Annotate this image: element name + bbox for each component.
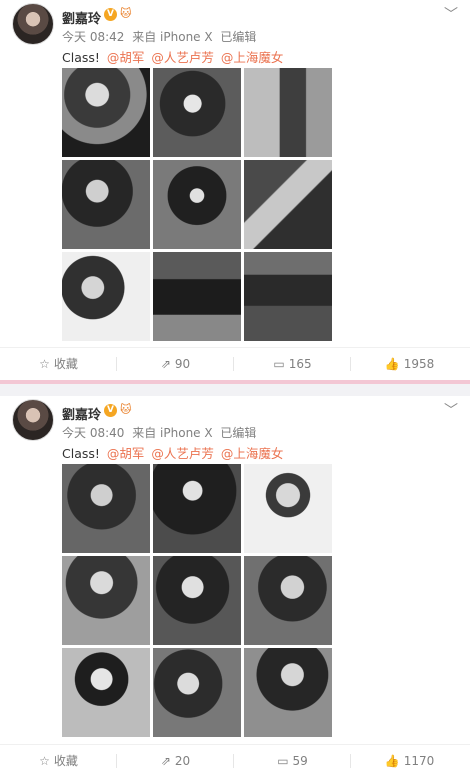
action-bar: ☆ 收藏 ⇗ 20 ▭ 59 👍 1170 xyxy=(0,744,470,776)
username[interactable]: 劉嘉玲 xyxy=(62,8,101,27)
photo-thumbnail[interactable] xyxy=(244,252,332,341)
comment-button[interactable]: ▭ 59 xyxy=(234,745,351,777)
photo-thumbnail[interactable] xyxy=(153,556,241,645)
star-icon: ☆ xyxy=(39,357,50,371)
repost-icon: ⇗ xyxy=(160,754,171,768)
photo-thumbnail[interactable] xyxy=(244,556,332,645)
favorite-button[interactable]: ☆ 收藏 xyxy=(0,745,117,777)
post-text: Class! @胡军 @人艺卢芳 @上海魔女 xyxy=(62,443,283,462)
photo-thumbnail[interactable] xyxy=(62,556,150,645)
post-body: Class! xyxy=(62,446,100,461)
photo-thumbnail[interactable] xyxy=(153,464,241,553)
edited-label[interactable]: 已编辑 xyxy=(220,30,256,44)
action-bar: ☆ 收藏 ⇗ 90 ▭ 165 👍 1958 xyxy=(0,347,470,379)
favorite-button[interactable]: ☆ 收藏 xyxy=(0,348,117,380)
photo-thumbnail[interactable] xyxy=(62,648,150,737)
post-source: 来自 iPhone X xyxy=(132,30,213,44)
photo-grid xyxy=(62,68,332,341)
like-button[interactable]: 👍 1958 xyxy=(351,348,468,380)
thumbs-up-icon: 👍 xyxy=(384,357,400,371)
photo-grid xyxy=(62,464,332,737)
mention-link[interactable]: @胡军 xyxy=(107,446,145,461)
mention-link[interactable]: @上海魔女 xyxy=(221,50,284,65)
repost-count: 20 xyxy=(174,754,191,768)
photo-thumbnail[interactable] xyxy=(244,160,332,249)
vip-badge-icon: 🐱 xyxy=(120,403,132,416)
post-source: 来自 iPhone X xyxy=(132,426,213,440)
star-icon: ☆ xyxy=(39,754,50,768)
photo-thumbnail[interactable] xyxy=(62,252,150,341)
post-time[interactable]: 今天 08:42 xyxy=(62,30,124,44)
vip-badge-icon: 🐱 xyxy=(120,7,132,20)
post-text: Class! @胡军 @人艺卢芳 @上海魔女 xyxy=(62,47,283,66)
photo-thumbnail[interactable] xyxy=(244,464,332,553)
separator-accent xyxy=(0,380,470,384)
favorite-label: 收藏 xyxy=(53,357,78,371)
photo-thumbnail[interactable] xyxy=(62,464,150,553)
like-count: 1958 xyxy=(403,357,435,371)
photo-thumbnail[interactable] xyxy=(244,648,332,737)
like-button[interactable]: 👍 1170 xyxy=(351,745,468,777)
edited-label[interactable]: 已编辑 xyxy=(220,426,256,440)
comment-count: 59 xyxy=(292,754,308,768)
favorite-label: 收藏 xyxy=(53,754,78,768)
avatar[interactable] xyxy=(12,399,54,441)
repost-count: 90 xyxy=(174,357,191,371)
like-count: 1170 xyxy=(403,754,435,768)
comment-count: 165 xyxy=(288,357,312,371)
chevron-down-icon[interactable]: ﹀ xyxy=(444,400,458,420)
comment-button[interactable]: ▭ 165 xyxy=(234,348,351,380)
photo-thumbnail[interactable] xyxy=(153,160,241,249)
comment-icon: ▭ xyxy=(273,357,285,371)
weibo-post: 劉嘉玲 V 🐱 ﹀ 今天 08:42 来自 iPhone X 已编辑 Class… xyxy=(0,0,470,380)
photo-thumbnail[interactable] xyxy=(62,160,150,249)
repost-button[interactable]: ⇗ 20 xyxy=(117,745,234,777)
post-meta: 今天 08:40 来自 iPhone X 已编辑 xyxy=(62,424,260,441)
photo-thumbnail[interactable] xyxy=(153,68,241,157)
mention-link[interactable]: @胡军 xyxy=(107,50,145,65)
weibo-post: 劉嘉玲 V 🐱 ﹀ 今天 08:40 来自 iPhone X 已编辑 Class… xyxy=(0,396,470,777)
mention-link[interactable]: @人艺卢芳 xyxy=(151,446,214,461)
post-meta: 今天 08:42 来自 iPhone X 已编辑 xyxy=(62,28,260,45)
photo-thumbnail[interactable] xyxy=(244,68,332,157)
comment-icon: ▭ xyxy=(277,754,289,768)
mention-link[interactable]: @上海魔女 xyxy=(221,446,284,461)
post-time[interactable]: 今天 08:40 xyxy=(62,426,124,440)
photo-thumbnail[interactable] xyxy=(153,648,241,737)
avatar[interactable] xyxy=(12,3,54,45)
post-separator xyxy=(0,380,470,396)
photo-thumbnail[interactable] xyxy=(62,68,150,157)
repost-button[interactable]: ⇗ 90 xyxy=(117,348,234,380)
mention-link[interactable]: @人艺卢芳 xyxy=(151,50,214,65)
username[interactable]: 劉嘉玲 xyxy=(62,404,101,423)
chevron-down-icon[interactable]: ﹀ xyxy=(444,4,458,24)
post-body: Class! xyxy=(62,50,100,65)
verified-badge-icon: V xyxy=(104,8,117,21)
photo-thumbnail[interactable] xyxy=(153,252,241,341)
repost-icon: ⇗ xyxy=(160,357,171,371)
verified-badge-icon: V xyxy=(104,404,117,417)
thumbs-up-icon: 👍 xyxy=(384,754,400,768)
